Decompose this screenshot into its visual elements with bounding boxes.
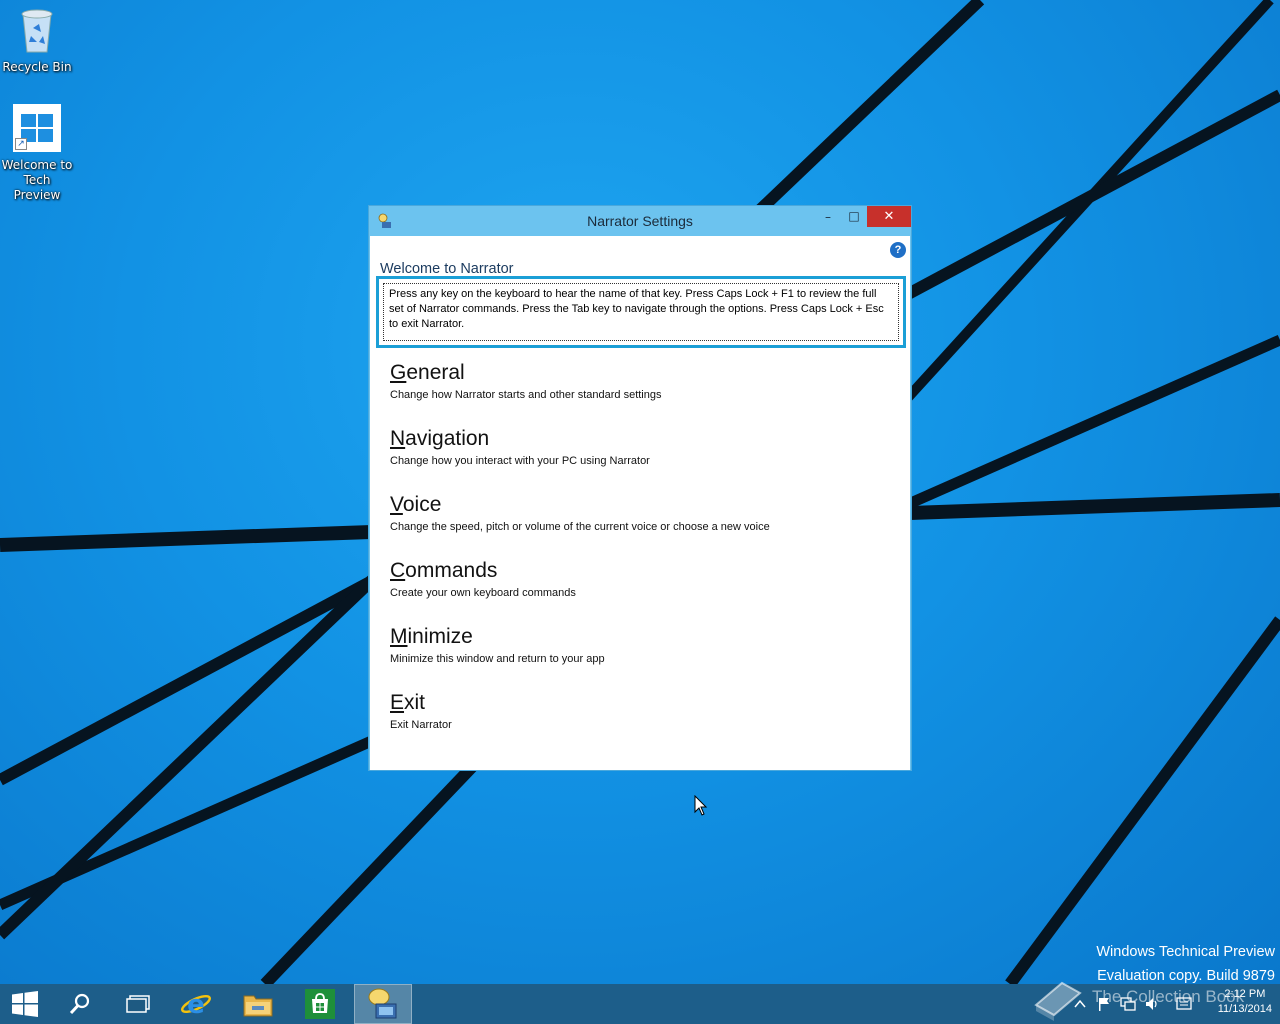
book-logo-icon [1034,981,1082,1021]
narrator-icon [368,988,397,1019]
menu-item-description: Minimize this window and return to your … [390,653,605,665]
intro-focus-rect: Press any key on the keyboard to hear th… [383,283,899,341]
task-view-icon [126,995,150,1013]
file-explorer-icon [243,995,273,1017]
close-button[interactable]: ✕ [867,206,911,227]
menu-item-title: Exit [390,691,426,714]
intro-text-box[interactable]: Press any key on the keyboard to hear th… [376,276,906,348]
search-icon [69,993,90,1015]
menu-item-title: Commands [390,559,498,582]
file-explorer-button[interactable] [230,984,286,1024]
internet-explorer-icon: e [180,990,212,1019]
menu-item-voice[interactable]: Voice Change the speed, pitch or volume … [390,492,890,542]
task-view-button[interactable] [110,984,166,1024]
search-button[interactable] [52,984,108,1024]
watermark-line-1: Windows Technical Preview [1096,944,1275,960]
collection-book-text: The Collection Book [1092,987,1245,1006]
welcome-tech-preview-label: Welcome to Tech Preview [1,158,73,202]
intro-text: Press any key on the keyboard to hear th… [389,288,884,330]
menu-item-title: Voice [390,493,442,516]
help-icon[interactable]: ? [890,242,906,258]
menu-item-commands[interactable]: Commands Create your own keyboard comman… [390,558,890,608]
menu-item-description: Change how you interact with your PC usi… [390,455,650,467]
store-icon [305,989,335,1019]
internet-explorer-button[interactable]: e [168,984,224,1024]
menu-item-title: Navigation [390,427,490,450]
minimize-button[interactable]: – [815,206,841,227]
welcome-heading: Welcome to Narrator [380,261,514,277]
menu-item-title: General [390,361,465,384]
recycle-bin-icon [21,9,53,53]
menu-item-description: Change the speed, pitch or volume of the… [390,521,770,533]
window-content: ? Welcome to Narrator Press any key on t… [370,236,910,770]
start-button[interactable] [0,984,50,1024]
recycle-bin-label: Recycle Bin [2,60,72,74]
menu-item-description: Create your own keyboard commands [390,587,576,599]
maximize-button[interactable]: □ [841,206,867,227]
menu-item-exit[interactable]: Exit Exit Narrator [390,690,890,740]
menu-item-minimize[interactable]: Minimize Minimize this window and return… [390,624,890,674]
menu-item-navigation[interactable]: Navigation Change how you interact with … [390,426,890,476]
welcome-tech-preview-desktop-icon[interactable]: ↗ Welcome to Tech Preview [0,104,74,203]
mouse-cursor-icon [694,795,708,816]
shortcut-arrow-icon: ↗ [15,138,27,150]
collection-book-watermark: The Collection Book [1030,975,1280,1024]
narrator-taskbar-button[interactable] [354,984,412,1024]
recycle-bin-desktop-icon[interactable]: Recycle Bin [0,6,74,75]
svg-text:e: e [187,990,205,1019]
narrator-settings-window: Narrator Settings – □ ✕ ? Welcome to Nar… [368,205,912,771]
start-icon [12,991,38,1017]
menu-item-description: Change how Narrator starts and other sta… [390,389,662,401]
menu-item-title: Minimize [390,625,473,648]
title-bar[interactable]: Narrator Settings – □ ✕ [369,206,911,236]
menu-item-description: Exit Narrator [390,719,452,731]
store-button[interactable] [292,984,348,1024]
windows-logo-icon: ↗ [13,104,61,152]
menu-item-general[interactable]: General Change how Narrator starts and o… [390,360,890,410]
